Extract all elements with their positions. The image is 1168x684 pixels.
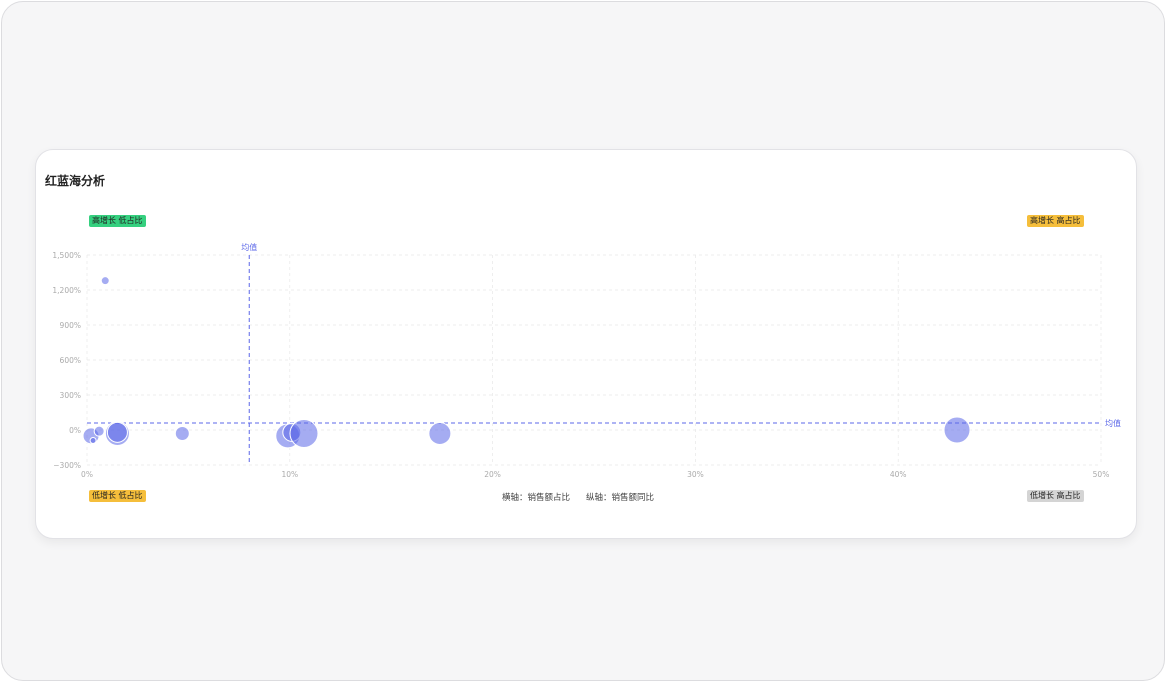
data-bubble (428, 422, 452, 445)
data-bubble (89, 437, 97, 444)
data-bubble (93, 425, 105, 437)
mean-y-label: 均值 (1105, 418, 1121, 428)
y-tick-label: 1,500% (52, 251, 81, 260)
data-bubble (100, 276, 110, 286)
x-tick-label: 0% (81, 470, 93, 479)
y-tick-label: −300% (53, 461, 81, 470)
red-blue-ocean-card: 红蓝海分析 高增长 低占比 高增长 高占比 低增长 低占比 低增长 高占比 横轴… (35, 149, 1137, 539)
data-bubble (943, 416, 971, 444)
x-tick-label: 20% (484, 470, 501, 479)
y-tick-label: 300% (60, 391, 81, 400)
scatter-chart: −300%0%300%600%900%1,200%1,500%0% 10% 20% 3… (52, 242, 1121, 479)
y-tick-label: 900% (60, 321, 81, 330)
y-tick-label: 0% (69, 426, 81, 435)
x-tick-label: 50% (1093, 470, 1110, 479)
data-bubble (174, 426, 190, 441)
y-tick-label: 1,200% (52, 286, 81, 295)
x-tick-label: 30% (687, 470, 704, 479)
app-frame: 红蓝海分析 高增长 低占比 高增长 高占比 低增长 低占比 低增长 高占比 横轴… (1, 1, 1165, 681)
data-bubble (289, 419, 319, 448)
data-bubble (106, 421, 128, 443)
mean-x-label: 均值 (241, 242, 257, 252)
x-tick-label: 40% (890, 470, 907, 479)
x-tick-label: 10% (281, 470, 298, 479)
y-tick-label: 600% (60, 356, 81, 365)
